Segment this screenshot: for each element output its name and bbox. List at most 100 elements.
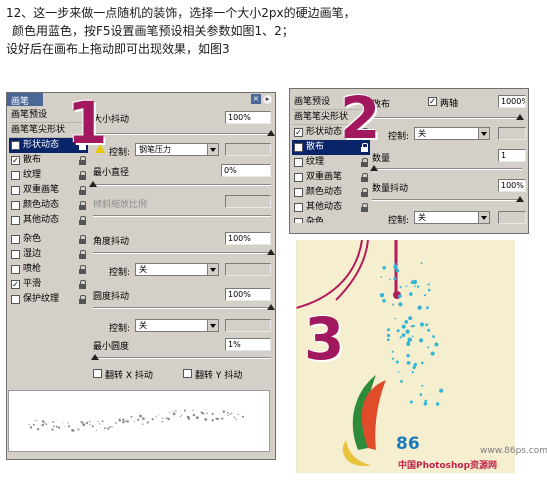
count-jitter-field[interactable]: 100% — [498, 179, 526, 192]
brush-option-item[interactable]: 颜色动态 — [292, 185, 370, 200]
control-extra-field — [225, 143, 271, 156]
option-checkbox[interactable] — [11, 186, 20, 195]
preview-dot — [187, 417, 191, 421]
count-control-select[interactable]: 关 — [414, 211, 490, 224]
option-checkbox[interactable]: ✓ — [11, 141, 20, 150]
lock-icon[interactable] — [79, 171, 87, 180]
flip-y-checkbox[interactable] — [183, 369, 192, 378]
scatter-dot — [398, 296, 401, 299]
control-select[interactable]: 钢笔压力 — [135, 143, 219, 156]
both-axes-checkbox[interactable]: ✓ — [428, 97, 437, 106]
option-checkbox[interactable]: ✓ — [294, 143, 303, 152]
preview-dot — [35, 420, 37, 422]
brush-option-item[interactable]: 双重画笔 — [292, 170, 370, 185]
option-checkbox[interactable]: ✓ — [11, 280, 20, 289]
lock-icon[interactable] — [361, 188, 369, 197]
lock-icon[interactable] — [79, 156, 87, 165]
option-checkbox[interactable] — [11, 216, 20, 225]
lock-icon[interactable] — [79, 186, 87, 195]
brush-option-item[interactable]: 喷枪 — [9, 262, 88, 277]
preview-dot — [227, 414, 229, 416]
brush-option-item[interactable]: 其他动态 — [292, 200, 370, 215]
option-checkbox[interactable] — [294, 188, 303, 197]
roundness-control-select[interactable]: 关 — [135, 319, 219, 332]
preview-dot — [32, 423, 35, 426]
count-slider[interactable] — [372, 168, 522, 170]
preview-dot — [211, 412, 214, 415]
slider-knob[interactable] — [267, 304, 275, 310]
chevron-down-icon — [207, 264, 218, 275]
option-checkbox[interactable] — [294, 158, 303, 167]
lock-icon[interactable] — [79, 295, 87, 304]
slider-knob[interactable] — [516, 196, 524, 202]
brush-option-item[interactable]: 纹理 — [292, 155, 370, 170]
lock-icon[interactable] — [361, 158, 369, 167]
slider-knob[interactable] — [91, 354, 99, 360]
scatter-dot — [406, 361, 411, 365]
preview-dot — [237, 413, 240, 416]
brush-option-item[interactable]: 保护纹理 — [9, 292, 88, 307]
lock-icon[interactable] — [79, 235, 87, 244]
brush-option-item[interactable]: 其他动态 — [9, 213, 88, 228]
brush-option-item[interactable]: ✓ 平滑 — [9, 277, 88, 292]
size-jitter-field[interactable]: 100% — [225, 111, 271, 124]
flip-x-checkbox[interactable] — [93, 369, 102, 378]
option-checkbox[interactable] — [11, 295, 20, 304]
slider-knob[interactable] — [267, 249, 275, 255]
option-checkbox[interactable] — [11, 265, 20, 274]
slider-knob[interactable] — [516, 114, 524, 120]
min-roundness-slider[interactable] — [93, 357, 271, 359]
brush-option-item[interactable]: 颜色动态 — [9, 198, 88, 213]
option-checkbox[interactable] — [11, 250, 20, 259]
scatter-field[interactable]: 1000% — [498, 95, 526, 108]
scatter-control-select[interactable]: 关 — [414, 127, 490, 140]
lock-icon[interactable] — [361, 173, 369, 182]
brush-option-item[interactable]: 纹理 — [9, 168, 88, 183]
count-field[interactable]: 1 — [498, 149, 526, 162]
angle-jitter-field[interactable]: 100% — [225, 232, 271, 245]
panel-tab[interactable]: 画笔 — [7, 93, 43, 107]
panel-menu-icon[interactable]: ▸ — [263, 95, 272, 104]
close-icon[interactable]: × — [251, 94, 261, 104]
lock-icon[interactable] — [361, 203, 369, 212]
lock-icon[interactable] — [79, 265, 87, 274]
min-diameter-slider[interactable] — [93, 184, 271, 186]
scatter-slider[interactable] — [372, 117, 522, 119]
scatter-dot — [434, 342, 439, 347]
brush-option-item[interactable]: 双重画笔 — [9, 183, 88, 198]
count-jitter-slider[interactable] — [372, 199, 522, 201]
lock-icon[interactable] — [79, 280, 87, 289]
option-checkbox[interactable] — [11, 171, 20, 180]
slider-knob[interactable] — [89, 181, 97, 187]
preview-dot — [124, 420, 127, 423]
slider-knob[interactable] — [267, 130, 275, 136]
option-checkbox[interactable]: ✓ — [11, 156, 20, 165]
preview-dot — [222, 410, 225, 413]
watermark-brand: 中国Photoshop资源网 — [398, 461, 498, 471]
scatter-dot — [419, 338, 424, 343]
brush-option-item[interactable]: 湿边 — [9, 247, 88, 262]
angle-control-select[interactable]: 关 — [135, 263, 219, 276]
option-checkbox[interactable]: ✓ — [294, 128, 303, 137]
option-checkbox[interactable] — [294, 203, 303, 212]
brush-option-item[interactable]: 杂色 — [292, 215, 370, 223]
slider-knob[interactable] — [370, 165, 378, 171]
min-roundness-field[interactable]: 1% — [225, 338, 271, 351]
preview-dot — [53, 425, 55, 427]
lock-icon[interactable] — [79, 201, 87, 210]
roundness-jitter-slider[interactable] — [93, 307, 271, 309]
roundness-jitter-field[interactable]: 100% — [225, 288, 271, 301]
brush-option-item[interactable]: 杂色 — [9, 232, 88, 247]
preview-dot — [130, 415, 133, 418]
preview-dot — [126, 420, 129, 423]
lock-icon[interactable] — [79, 216, 87, 225]
angle-jitter-slider[interactable] — [93, 252, 271, 254]
size-jitter-slider[interactable] — [93, 133, 271, 135]
option-checkbox[interactable] — [11, 201, 20, 210]
scatter-dot — [412, 279, 418, 285]
lock-icon[interactable] — [79, 250, 87, 259]
option-checkbox[interactable] — [294, 173, 303, 182]
option-checkbox[interactable] — [11, 235, 20, 244]
scatter-dot — [424, 399, 427, 403]
min-diameter-field[interactable]: 0% — [221, 164, 271, 177]
